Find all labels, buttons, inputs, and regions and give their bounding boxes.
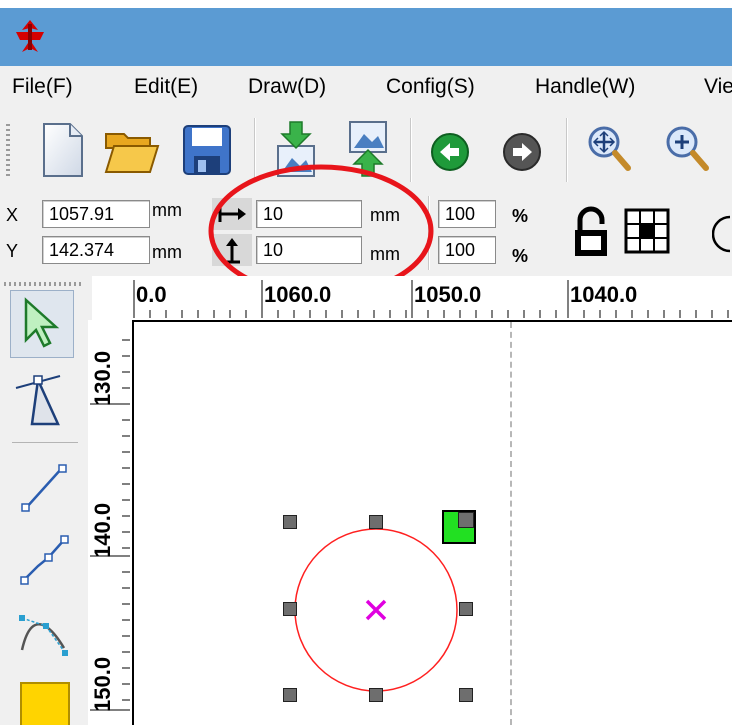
resize-handle-bottom[interactable]: [369, 688, 383, 702]
open-folder-icon[interactable]: [104, 126, 160, 176]
menu-file[interactable]: File(F): [12, 75, 73, 99]
title-bar: [0, 8, 732, 66]
x-position-field[interactable]: 1057.91: [42, 200, 150, 228]
resize-handle-top-left[interactable]: [283, 515, 297, 529]
toolbar-separator: [566, 118, 568, 182]
app-logo-icon: [16, 20, 44, 52]
ruler-corner: [88, 276, 92, 320]
anchor-grid-icon[interactable]: [624, 208, 670, 254]
lock-ratio-icon[interactable]: [572, 206, 610, 258]
toolbar-grip[interactable]: [6, 124, 10, 176]
center-cross-icon: [365, 599, 387, 621]
resize-handle-bottom-right[interactable]: [459, 688, 473, 702]
polyline-icon[interactable]: [18, 532, 70, 588]
select-arrow-icon[interactable]: [18, 296, 62, 352]
resize-handle-left[interactable]: [283, 602, 297, 616]
y-unit-label: mm: [152, 242, 182, 262]
zoom-pan-icon[interactable]: [586, 124, 634, 176]
y-scale-unit: %: [512, 246, 529, 266]
x-unit-label: mm: [152, 200, 182, 220]
top-ruler-label: 0.0: [136, 282, 167, 307]
bezier-curve-icon[interactable]: [16, 604, 72, 660]
x-scale-unit: %: [512, 206, 529, 226]
left-ruler: 130.0 140.0 150.0: [88, 320, 134, 725]
y-label: Y: [6, 241, 19, 261]
top-ruler: 0.0 1060.0 1050.0 1040.0: [92, 276, 732, 322]
rotate-handle[interactable]: [442, 510, 476, 544]
menu-config[interactable]: Config(S): [386, 75, 475, 99]
top-ruler-label: 1050.0: [414, 282, 482, 307]
page-boundary-line: [510, 322, 512, 725]
x-scale-field[interactable]: 100: [438, 200, 496, 228]
top-ruler-label: 1040.0: [570, 282, 638, 307]
y-position-field[interactable]: 142.374: [42, 236, 150, 264]
menu-draw[interactable]: Draw(D): [248, 75, 326, 99]
forward-arrow-icon[interactable]: [502, 132, 542, 172]
left-ruler-label: 130.0: [90, 350, 115, 406]
menu-handle[interactable]: Handle(W): [535, 75, 635, 99]
toolbox-divider: [12, 442, 78, 443]
menu-edit[interactable]: Edit(E): [134, 75, 198, 99]
node-edit-icon[interactable]: [14, 370, 70, 432]
left-ruler-label: 150.0: [90, 656, 115, 712]
resize-handle-bottom-left[interactable]: [283, 688, 297, 702]
menu-view[interactable]: Vie: [704, 75, 732, 99]
top-ruler-label: 1060.0: [264, 282, 332, 307]
back-arrow-icon[interactable]: [430, 132, 470, 172]
resize-handle-top[interactable]: [369, 515, 383, 529]
toolbox-grip[interactable]: [4, 282, 84, 286]
partial-circle-icon[interactable]: [712, 214, 732, 254]
resize-handle-right[interactable]: [459, 602, 473, 616]
x-label: X: [6, 205, 19, 225]
left-ruler-label: 140.0: [90, 502, 115, 558]
line-icon[interactable]: [18, 460, 70, 516]
drawing-canvas[interactable]: [134, 322, 732, 725]
rectangle-icon[interactable]: [20, 682, 70, 725]
new-file-icon[interactable]: [40, 122, 84, 178]
y-scale-field[interactable]: 100: [438, 236, 496, 264]
zoom-in-icon[interactable]: [664, 124, 712, 176]
